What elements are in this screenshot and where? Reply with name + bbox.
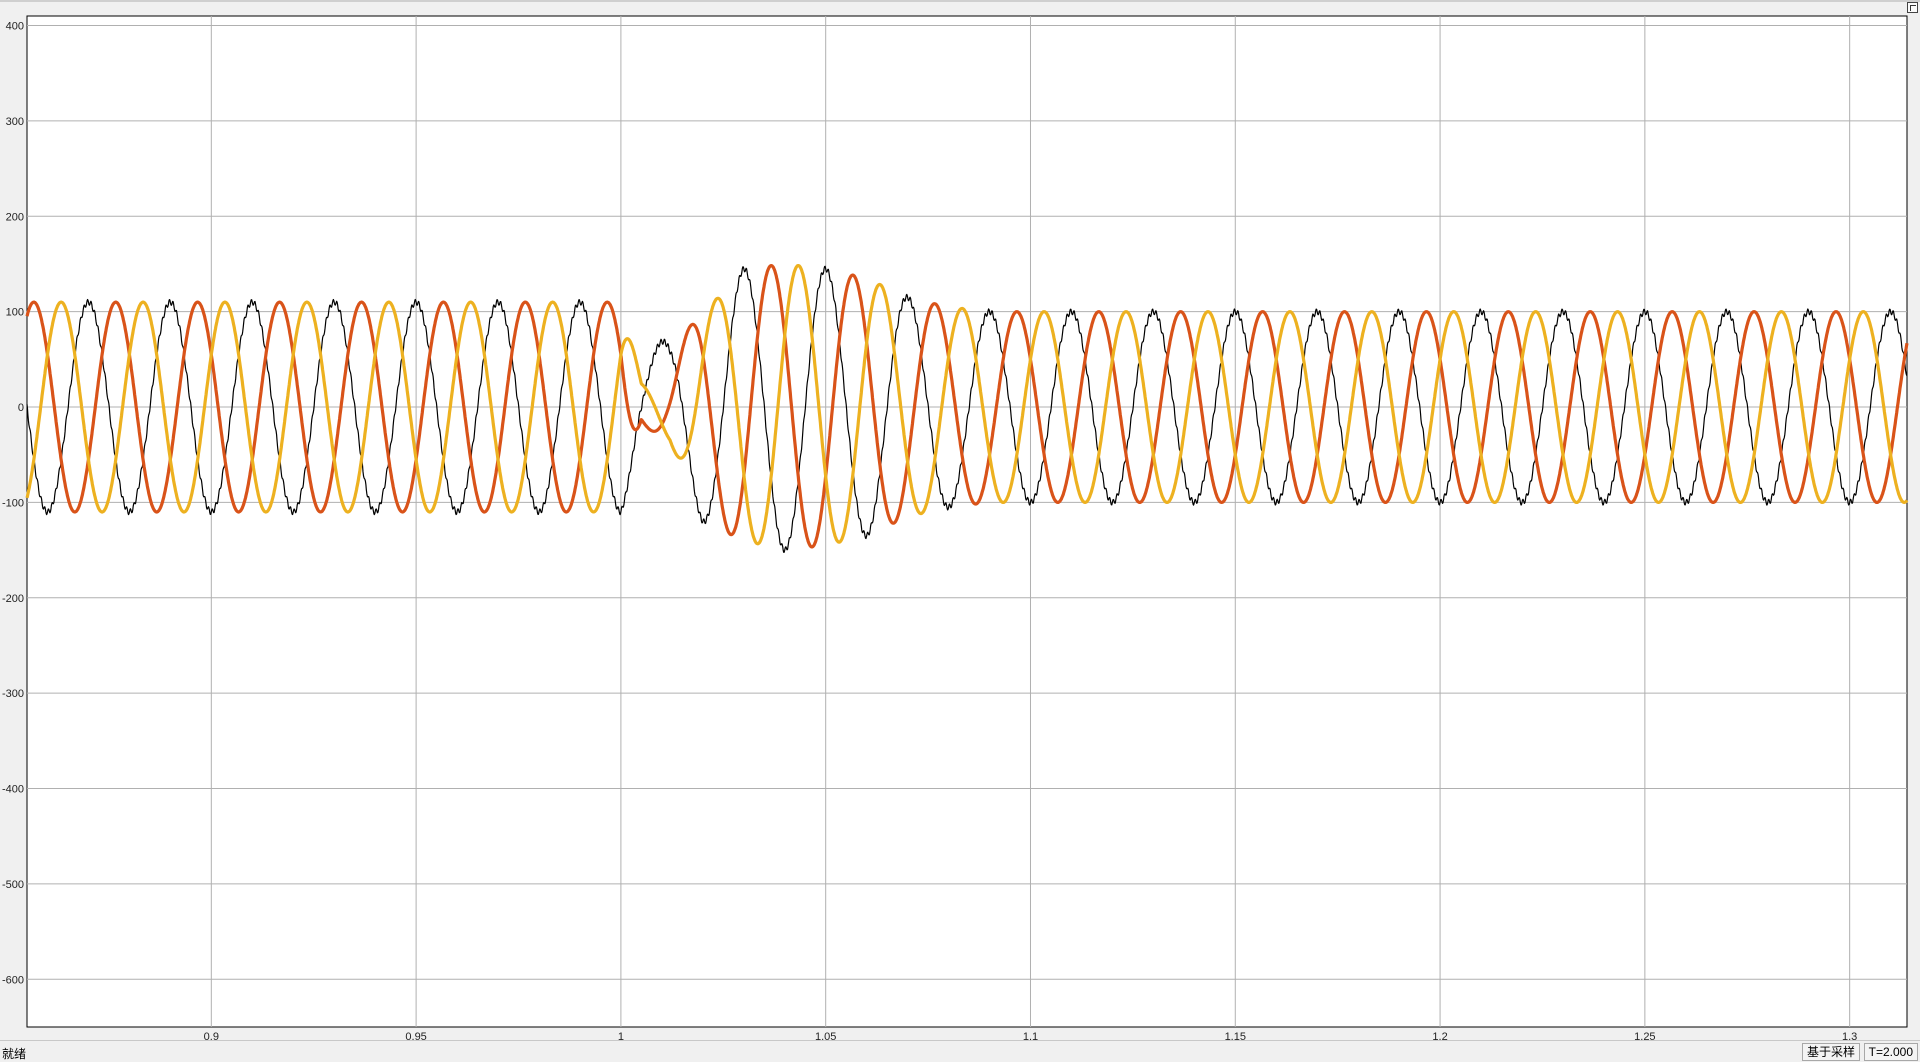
y-tick-label: -300 [2,688,24,700]
x-tick-label: 0.95 [405,1031,426,1040]
x-tick-label: 1.25 [1634,1031,1655,1040]
x-tick-label: 1.1 [1023,1031,1038,1040]
y-tick-label: 200 [6,211,24,223]
plot-area[interactable] [26,15,1908,1028]
x-tick-label: 1 [618,1031,624,1040]
scope-plot[interactable]: 0.9 0.95 1 1.05 1.1 1.15 1.2 1.25 1.3 -600 -500 -40… [0,0,1920,1040]
x-tick-label: 1.3 [1842,1031,1857,1040]
y-tick-label: -100 [2,497,24,509]
sample-mode-indicator: 基于采样 [1801,1043,1860,1061]
x-tick-label: 1.2 [1432,1031,1447,1040]
x-tick-label: 0.9 [204,1031,219,1040]
y-tick-label: -200 [2,593,24,605]
y-tick-label: -500 [2,879,24,891]
y-tick-label: 300 [6,116,24,128]
y-tick-label: -600 [2,974,24,986]
x-tick-label: 1.15 [1225,1031,1246,1040]
x-tick-label: 1.05 [815,1031,836,1040]
y-tick-label: 400 [6,21,24,33]
status-text: 就绪 [2,1047,27,1061]
simulation-time-indicator: T=2.000 [1863,1043,1918,1061]
restore-view-button[interactable] [1907,2,1918,13]
y-tick-label: 100 [6,307,24,319]
status-bar: 就绪 基于采样 T=2.000 [0,1040,1920,1062]
y-tick-label: 0 [18,402,24,414]
y-tick-label: -400 [2,784,24,796]
